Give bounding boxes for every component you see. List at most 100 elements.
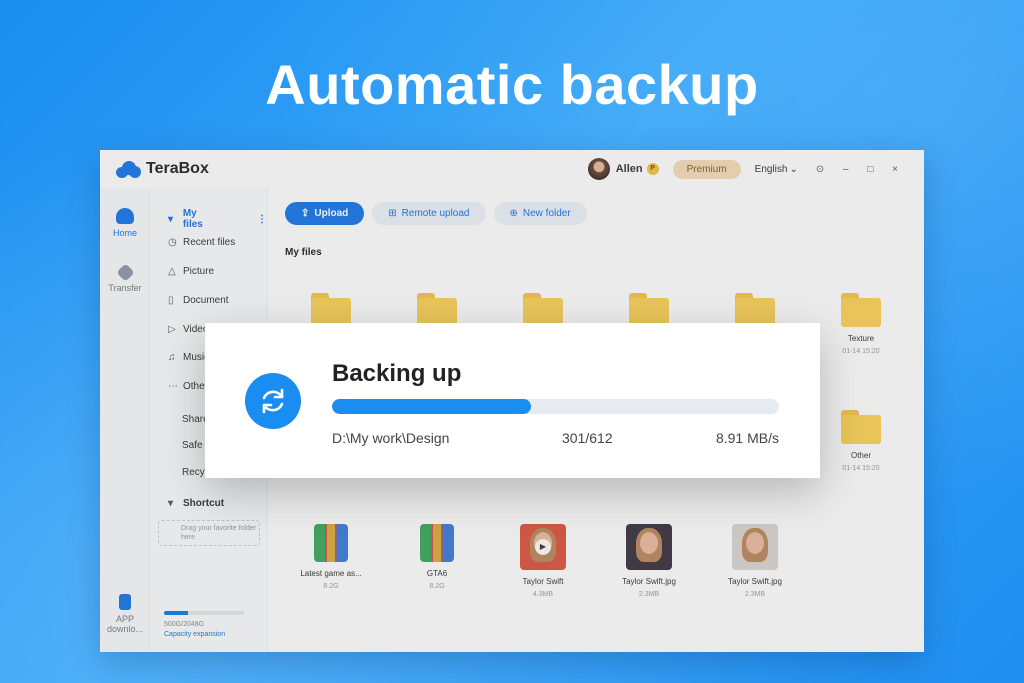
file-name: Taylor Swift.jpg: [622, 577, 676, 586]
remote-upload-button[interactable]: ⊞ Remote upload: [372, 202, 486, 225]
rail-item-app-download[interactable]: APP downlo...: [100, 594, 150, 634]
folder-icon: [841, 293, 881, 327]
chevron-down-icon: ▾: [168, 498, 174, 509]
rail-item-transfer[interactable]: Transfer: [100, 263, 150, 293]
left-rail: Home Transfer APP downlo...: [100, 188, 150, 652]
archive-icon: [314, 524, 348, 562]
more-icon: ⋯: [168, 381, 178, 392]
avatar[interactable]: [587, 158, 610, 180]
nav-item-music[interactable]: ♫ Music: [168, 352, 209, 363]
file-name: Latest game as...: [300, 569, 362, 578]
app-name: TeraBox: [146, 160, 209, 177]
file-name: GTA6: [426, 569, 448, 578]
file-item[interactable]: ▶ Taylor Swift 4.3MB: [498, 524, 588, 598]
rail-label-transfer: Transfer: [108, 283, 142, 293]
capacity-expansion-link[interactable]: Capacity expansion: [164, 631, 244, 638]
clock-icon: ◷: [168, 237, 177, 248]
file-item[interactable]: Taylor Swift.jpg 2.3MB: [710, 524, 800, 598]
backup-progress-bar: [332, 399, 779, 414]
archive-icon: [420, 524, 454, 562]
shortcut-drop-zone[interactable]: Drag your favorite folder here: [158, 520, 260, 546]
storage-bar: [164, 611, 244, 615]
new-folder-button[interactable]: ⊕ New folder: [493, 202, 587, 225]
file-name: Taylor Swift: [522, 577, 564, 586]
rail-label-app: APP downlo...: [106, 614, 144, 634]
nav-item-video[interactable]: ▷ Video: [168, 324, 208, 335]
picture-icon: △: [168, 266, 176, 277]
storage-indicator: 500G/2048G Capacity expansion: [164, 611, 244, 638]
new-folder-icon: ⊕: [509, 208, 518, 219]
title-bar: TeraBox Allen P Premium English ⌄ ⊙ – □ …: [100, 150, 924, 188]
folder-item[interactable]: Texture 01-14 15:20: [816, 293, 906, 355]
upload-icon: ⇪: [301, 208, 310, 219]
remote-upload-label: Remote upload: [401, 208, 470, 219]
backup-progress-fill: [332, 399, 531, 414]
storage-text: 500G/2048G: [164, 621, 205, 628]
rail-item-home[interactable]: Home: [100, 208, 150, 238]
window-controls[interactable]: ⊙ – □ ×: [816, 164, 906, 175]
file-name: Other: [850, 451, 871, 460]
nav-label: Picture: [183, 266, 215, 277]
nav-item-picture[interactable]: △ Picture: [168, 266, 214, 277]
points-badge-icon: P: [646, 163, 659, 175]
phone-icon: [119, 594, 131, 610]
play-icon: ▶: [535, 539, 551, 555]
file-name: Texture: [847, 334, 875, 343]
nav-item-my-files[interactable]: ▾ My files ⋮: [168, 208, 267, 230]
backup-speed: 8.91 MB/s: [715, 430, 779, 446]
premium-button[interactable]: Premium: [672, 159, 741, 179]
folder-icon: [417, 293, 457, 327]
chevron-down-icon: ▾: [168, 213, 174, 225]
transfer-icon: [115, 263, 135, 282]
folder-item[interactable]: Other 01-14 15:20: [816, 410, 906, 472]
file-item[interactable]: Latest game as... 8.2G: [286, 524, 376, 590]
backup-count: 301/612: [562, 430, 613, 446]
new-folder-label: New folder: [522, 208, 571, 219]
backup-title: Backing up: [332, 360, 462, 387]
language-select[interactable]: English ⌄: [755, 164, 798, 175]
nav-label-my-files: My files: [182, 208, 203, 230]
file-item[interactable]: Taylor Swift.jpg 2.3MB: [604, 524, 694, 598]
remote-upload-icon: ⊞: [388, 208, 397, 219]
file-meta: 4.3MB: [532, 591, 554, 598]
toolbar: ⇪ Upload ⊞ Remote upload ⊕ New folder: [285, 202, 587, 225]
nav-item-shortcut[interactable]: ▾ Shortcut: [168, 498, 224, 509]
image-thumbnail: [732, 524, 778, 570]
image-thumbnail: ▶: [520, 524, 566, 570]
file-meta: 01-14 15:20: [842, 465, 880, 472]
file-meta: 01-14 15:20: [842, 348, 880, 355]
nav-label: Document: [183, 295, 229, 306]
more-options-icon[interactable]: ⋮: [257, 214, 267, 225]
folder-icon: [311, 293, 351, 327]
rail-label-home: Home: [112, 228, 137, 238]
backup-path: D:\My work\Design: [332, 430, 450, 446]
storage-bar-fill: [164, 611, 188, 615]
nav-item-document[interactable]: ▯ Document: [168, 295, 229, 306]
document-icon: ▯: [168, 295, 174, 306]
user-name[interactable]: Allen: [616, 163, 643, 175]
breadcrumb: My files: [285, 247, 322, 258]
nav-item-recent[interactable]: ◷ Recent files: [168, 237, 235, 248]
upload-button[interactable]: ⇪ Upload: [285, 202, 365, 225]
nav-label: Recent files: [183, 237, 236, 248]
file-item[interactable]: GTA6 8.2G: [392, 524, 482, 590]
file-meta: 2.3MB: [638, 591, 660, 598]
folder-icon: [629, 293, 669, 327]
music-icon: ♫: [168, 352, 176, 363]
folder-icon: [735, 293, 775, 327]
file-meta: 2.3MB: [744, 591, 766, 598]
cloud-logo-icon: [116, 160, 142, 178]
nav-label-shortcut: Shortcut: [183, 498, 225, 509]
backup-progress-card: Backing up D:\My work\Design 301/612 8.9…: [205, 323, 820, 478]
cloud-icon: [116, 208, 134, 224]
upload-label: Upload: [314, 208, 349, 219]
folder-icon: [841, 410, 881, 444]
video-icon: ▷: [168, 324, 176, 335]
file-meta: 8.2G: [429, 583, 445, 590]
nav-item-other[interactable]: ⋯ Other: [168, 381, 208, 392]
headline: Automatic backup: [265, 53, 759, 116]
file-meta: 8.2G: [323, 583, 339, 590]
nav-item-safe[interactable]: Safe: [182, 440, 203, 451]
file-name: Taylor Swift.jpg: [728, 577, 782, 586]
sync-icon: [245, 373, 301, 429]
